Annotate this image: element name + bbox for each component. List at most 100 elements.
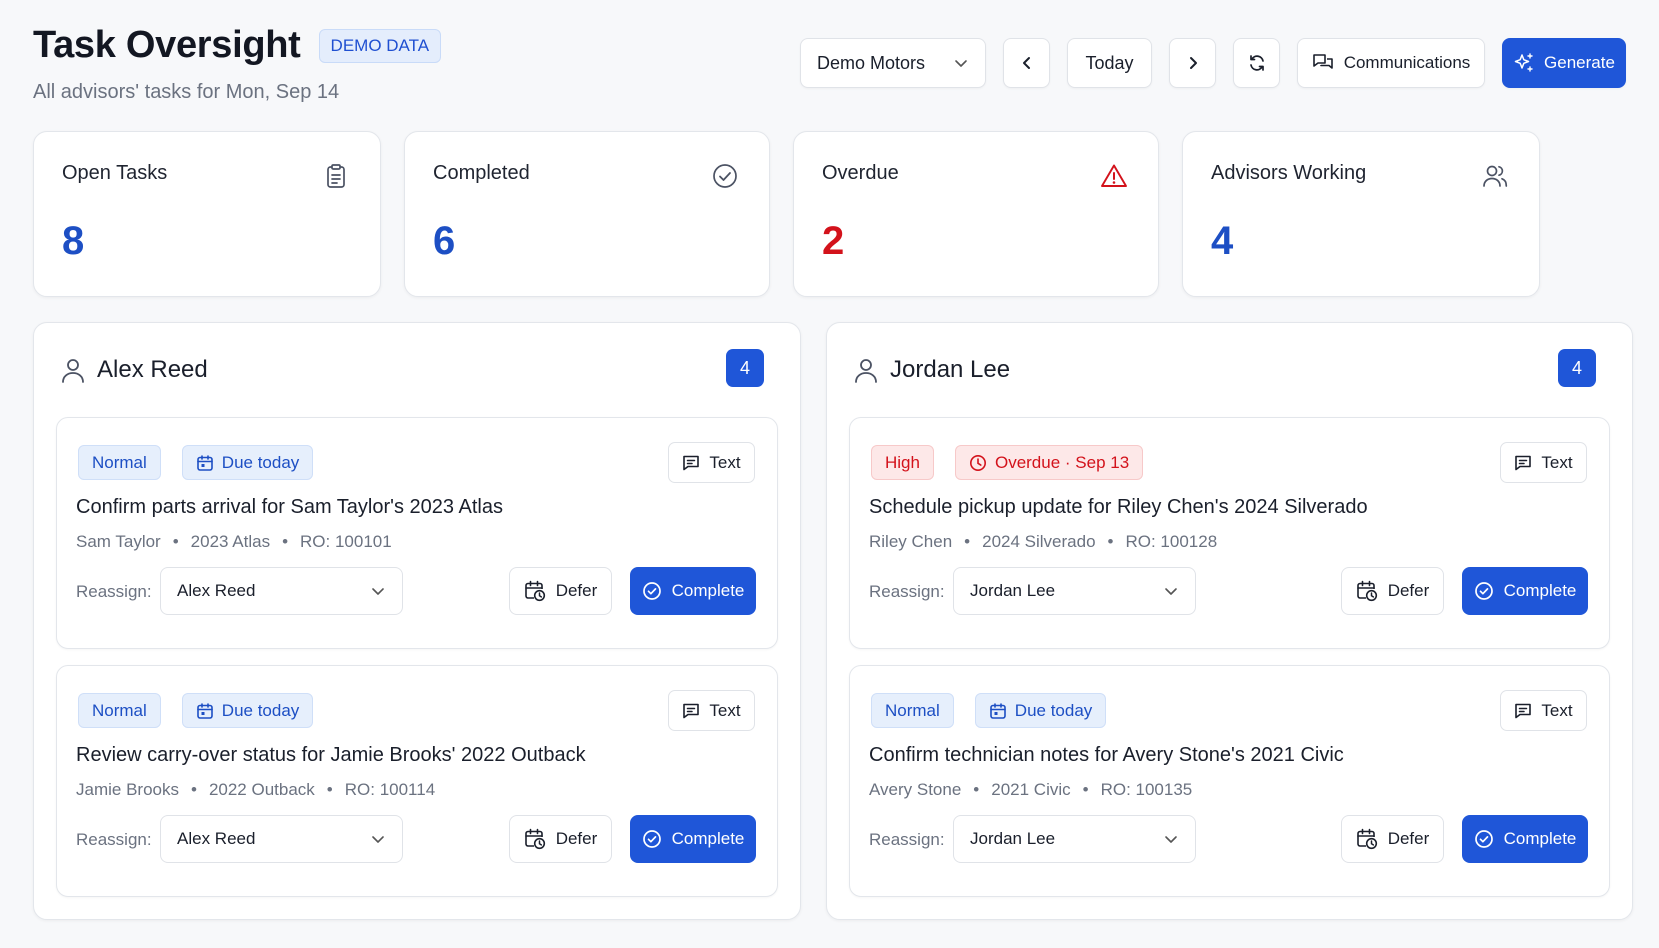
task-count-badge: 4 xyxy=(1558,349,1596,387)
reassign-label: Reassign: xyxy=(76,830,152,849)
advisor-name: Jordan Lee xyxy=(890,356,1011,383)
text-button[interactable]: Text xyxy=(668,442,755,483)
today-button[interactable]: Today xyxy=(1067,38,1152,88)
refresh-button[interactable] xyxy=(1233,38,1280,88)
task-card: Normal Due today Text Confirm technician… xyxy=(849,665,1610,897)
message-icon xyxy=(682,454,700,472)
warning-triangle-icon xyxy=(1100,162,1128,190)
user-icon xyxy=(854,357,878,383)
users-icon xyxy=(1481,162,1509,190)
stat-card-open-tasks: Open Tasks 8 xyxy=(33,131,381,297)
check-circle-icon xyxy=(711,162,739,190)
generate-button[interactable]: Generate xyxy=(1502,38,1626,88)
repair-order-number: RO: 100135 xyxy=(1100,780,1193,799)
clipboard-icon xyxy=(322,162,350,190)
defer-button[interactable]: Defer xyxy=(1341,815,1444,863)
chevron-down-icon xyxy=(370,583,386,599)
next-day-button[interactable] xyxy=(1169,38,1216,88)
task-meta: Avery Stone • 2021 Civic • RO: 100135 xyxy=(869,780,1193,799)
due-label: Due today xyxy=(221,452,300,472)
previous-day-button[interactable] xyxy=(1003,38,1050,88)
task-title: Confirm parts arrival for Sam Taylor's 2… xyxy=(76,496,503,518)
complete-label: Complete xyxy=(671,581,745,600)
demo-data-badge: DEMO DATA xyxy=(318,28,442,63)
message-icon xyxy=(1514,454,1532,472)
stat-value: 8 xyxy=(62,219,85,263)
reassign-value: Jordan Lee xyxy=(970,829,1056,848)
repair-order-number: RO: 100114 xyxy=(344,780,436,799)
reassign-label: Reassign: xyxy=(869,830,945,849)
stat-value: 2 xyxy=(822,219,845,263)
chevron-down-icon xyxy=(1163,831,1179,847)
stat-label: Advisors Working xyxy=(1211,162,1367,184)
chat-bubbles-icon xyxy=(1312,53,1334,73)
task-meta: Riley Chen • 2024 Silverado • RO: 100128 xyxy=(869,532,1218,551)
sparkles-icon xyxy=(1513,52,1535,74)
chevron-down-icon xyxy=(953,55,969,71)
message-icon xyxy=(1514,702,1532,720)
communications-button[interactable]: Communications xyxy=(1297,38,1485,88)
task-card: Normal Due today Text Confirm parts arri… xyxy=(56,417,778,649)
stat-label: Completed xyxy=(433,162,530,184)
stat-label: Overdue xyxy=(822,162,899,184)
reassign-select[interactable]: Alex Reed xyxy=(160,815,403,863)
reassign-value: Alex Reed xyxy=(177,581,256,600)
advisor-name: Alex Reed xyxy=(97,356,208,383)
due-badge: Due today xyxy=(181,693,314,728)
customer-name: Avery Stone xyxy=(869,780,962,799)
complete-label: Complete xyxy=(671,829,745,848)
complete-button[interactable]: Complete xyxy=(1462,815,1588,863)
complete-button[interactable]: Complete xyxy=(1462,567,1588,615)
vehicle: 2022 Outback xyxy=(208,780,315,799)
reassign-label: Reassign: xyxy=(869,582,945,601)
stat-label: Open Tasks xyxy=(62,162,168,184)
reassign-select[interactable]: Jordan Lee xyxy=(953,567,1196,615)
customer-name: Riley Chen xyxy=(869,532,953,551)
complete-label: Complete xyxy=(1503,829,1577,848)
toolbar: Demo Motors Today Communications Generat… xyxy=(800,38,1626,88)
dealer-select[interactable]: Demo Motors xyxy=(800,38,986,88)
defer-label: Defer xyxy=(1387,581,1430,600)
text-button[interactable]: Text xyxy=(1500,442,1587,483)
text-button[interactable]: Text xyxy=(1500,690,1587,731)
text-button[interactable]: Text xyxy=(668,690,755,731)
vehicle: 2024 Silverado xyxy=(982,532,1096,551)
defer-button[interactable]: Defer xyxy=(509,815,612,863)
calendar-icon xyxy=(196,702,214,720)
stats-row: Open Tasks 8 Completed 6 Overdue 2 Advis… xyxy=(33,131,1633,297)
calendar-clock-icon xyxy=(524,828,546,850)
defer-button[interactable]: Defer xyxy=(1341,567,1444,615)
text-label: Text xyxy=(709,452,741,472)
due-badge: Due today xyxy=(181,445,314,480)
reassign-select[interactable]: Jordan Lee xyxy=(953,815,1196,863)
dealer-select-value: Demo Motors xyxy=(817,52,926,73)
chevron-left-icon xyxy=(1018,54,1036,72)
calendar-clock-icon xyxy=(1356,580,1378,602)
page-header: Task Oversight DEMO DATA All advisors' t… xyxy=(33,24,1626,104)
clock-icon xyxy=(969,454,987,472)
reassign-select[interactable]: Alex Reed xyxy=(160,567,403,615)
priority-badge: Normal xyxy=(78,693,161,728)
vehicle: 2023 Atlas xyxy=(190,532,271,551)
customer-name: Jamie Brooks xyxy=(76,780,179,799)
stat-card-completed: Completed 6 xyxy=(404,131,770,297)
text-label: Text xyxy=(1541,452,1573,472)
advisor-header: Jordan Lee xyxy=(849,323,1610,417)
check-circle-icon xyxy=(1474,581,1494,601)
chevron-right-icon xyxy=(1184,54,1202,72)
advisor-header: Alex Reed xyxy=(56,323,778,417)
overdue-badge: Overdue · Sep 13 xyxy=(954,445,1144,480)
complete-button[interactable]: Complete xyxy=(630,567,756,615)
communications-label: Communications xyxy=(1343,53,1471,72)
task-meta: Sam Taylor • 2023 Atlas • RO: 100101 xyxy=(76,532,392,551)
advisor-panels: Alex Reed 4 Normal Due today Text Confir… xyxy=(33,322,1633,920)
task-count-badge: 4 xyxy=(726,349,764,387)
complete-button[interactable]: Complete xyxy=(630,815,756,863)
defer-button[interactable]: Defer xyxy=(509,567,612,615)
check-circle-icon xyxy=(642,829,662,849)
reassign-value: Jordan Lee xyxy=(970,581,1056,600)
reassign-value: Alex Reed xyxy=(177,829,256,848)
defer-label: Defer xyxy=(555,581,598,600)
complete-label: Complete xyxy=(1503,581,1577,600)
text-label: Text xyxy=(709,700,741,720)
